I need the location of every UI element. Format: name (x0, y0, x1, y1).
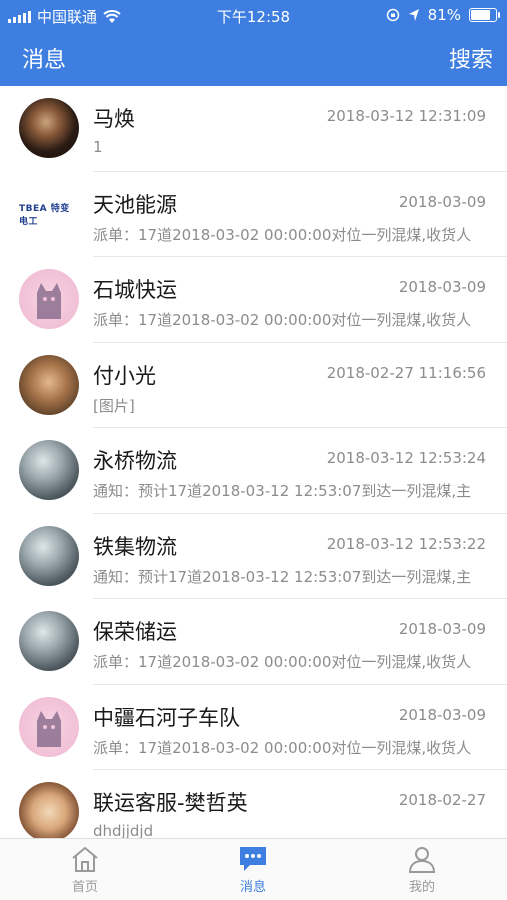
message-preview: 派单：17道2018-03-02 00:00:00对位一列混煤,收货人 (93, 738, 472, 757)
message-item[interactable]: 联运客服-樊哲英 2018-02-27 dhdjjdjd (0, 770, 507, 838)
message-preview: [图片] (93, 396, 135, 415)
message-item[interactable]: 保荣储运 2018-03-09 派单：17道2018-03-02 00:00:00对… (0, 599, 507, 685)
message-preview: 通知：预计17道2018-03-12 12:53:07到达一列混煤,主 (93, 567, 472, 586)
message-item[interactable]: 永桥物流 2018-03-12 12:53:24 通知：预计17道2018-03-1… (0, 428, 507, 514)
message-item[interactable]: 铁集物流 2018-03-12 12:53:22 通知：预计17道2018-03-1… (0, 514, 507, 600)
tab-messages[interactable]: 消息 (193, 845, 313, 897)
status-right: 81% (386, 6, 500, 24)
contact-name: 铁集物流 (93, 534, 177, 559)
message-time: 2018-03-09 (398, 278, 486, 296)
message-item[interactable]: 石城快运 2018-03-09 派单：17道2018-03-02 00:00:00对… (0, 257, 507, 343)
contact-name: 永桥物流 (93, 449, 177, 473)
location-arrow-icon (408, 9, 419, 21)
message-preview: dhdjjdjd (93, 822, 154, 838)
nav-bar: 消息 搜索 (0, 30, 507, 86)
message-preview: 派单：17道2018-03-02 00:00:00对位一列混煤,收货人 (93, 653, 472, 671)
avatar (19, 611, 79, 671)
contact-name: 联运客服-樊哲英 (93, 791, 248, 815)
contact-name: 马焕 (93, 107, 135, 131)
message-preview: 派单：17道2018-03-02 00:00:00对位一列混煤,收货人 (93, 225, 472, 244)
company-logo: TBEA 特变电工 (19, 203, 70, 227)
tab-home-label: 首页 (71, 880, 98, 895)
message-item[interactable]: 马焕 2018-03-12 12:31:09 1 (0, 86, 507, 172)
home-icon (72, 846, 98, 872)
contact-name: 付小光 (93, 363, 156, 388)
chat-icon (240, 847, 266, 871)
avatar (19, 782, 79, 838)
status-bar: 中国联通 下午12:58 81% (0, 0, 507, 30)
tab-home[interactable]: 首页 (25, 845, 145, 897)
message-time: 2018-02-27 (398, 791, 486, 809)
message-time: 2018-03-09 (398, 705, 486, 724)
message-item[interactable]: 中疆石河子车队 2018-03-09 派单：17道2018-03-02 00:00:… (0, 685, 507, 771)
avatar (19, 440, 79, 500)
avatar (19, 525, 79, 586)
message-item[interactable]: 付小光 2018-02-27 11:16:56 [图片] (0, 343, 507, 429)
message-list: 马焕 2018-03-12 12:31:09 1 TBEA 特变电工 天池能源 2018-… (0, 86, 507, 838)
message-time: 2018-03-09 (398, 620, 486, 638)
search-button[interactable]: 搜索 (449, 42, 493, 74)
avatar (19, 696, 79, 757)
battery-icon (469, 8, 500, 22)
battery-fill (471, 10, 490, 20)
message-time: 2018-03-09 (398, 192, 486, 211)
message-preview: 派单：17道2018-03-02 00:00:00对位一列混煤,收货人 (93, 311, 472, 329)
avatar (19, 269, 79, 329)
message-preview: 通知：预计17道2018-03-12 12:53:07到达一列混煤,主 (93, 482, 472, 500)
message-preview: 1 (93, 138, 103, 156)
message-time: 2018-03-12 12:53:24 (326, 449, 486, 467)
message-time: 2018-03-12 12:53:22 (326, 534, 486, 553)
tab-profile[interactable]: 我的 (362, 845, 482, 897)
orientation-lock-icon (386, 8, 399, 22)
contact-name: 石城快运 (93, 278, 177, 302)
contact-name: 保荣储运 (93, 620, 177, 644)
user-icon (408, 847, 436, 873)
avatar (19, 98, 79, 158)
tab-messages-label: 消息 (239, 880, 266, 895)
message-time: 2018-03-12 12:31:09 (326, 107, 486, 125)
avatar (19, 354, 79, 415)
avatar: TBEA 特变电工 (19, 183, 79, 244)
battery-percent: 81% (427, 6, 461, 24)
tab-profile-label: 我的 (408, 880, 435, 895)
contact-name: 天池能源 (93, 192, 177, 217)
message-time: 2018-02-27 11:16:56 (326, 363, 486, 382)
page-title: 消息 (22, 48, 67, 73)
contact-name: 中疆石河子车队 (93, 705, 240, 730)
message-item[interactable]: TBEA 特变电工 天池能源 2018-03-09 派单：17道2018-03-02 … (0, 172, 507, 258)
tab-bar: 首页 消息 我的 (0, 838, 507, 900)
